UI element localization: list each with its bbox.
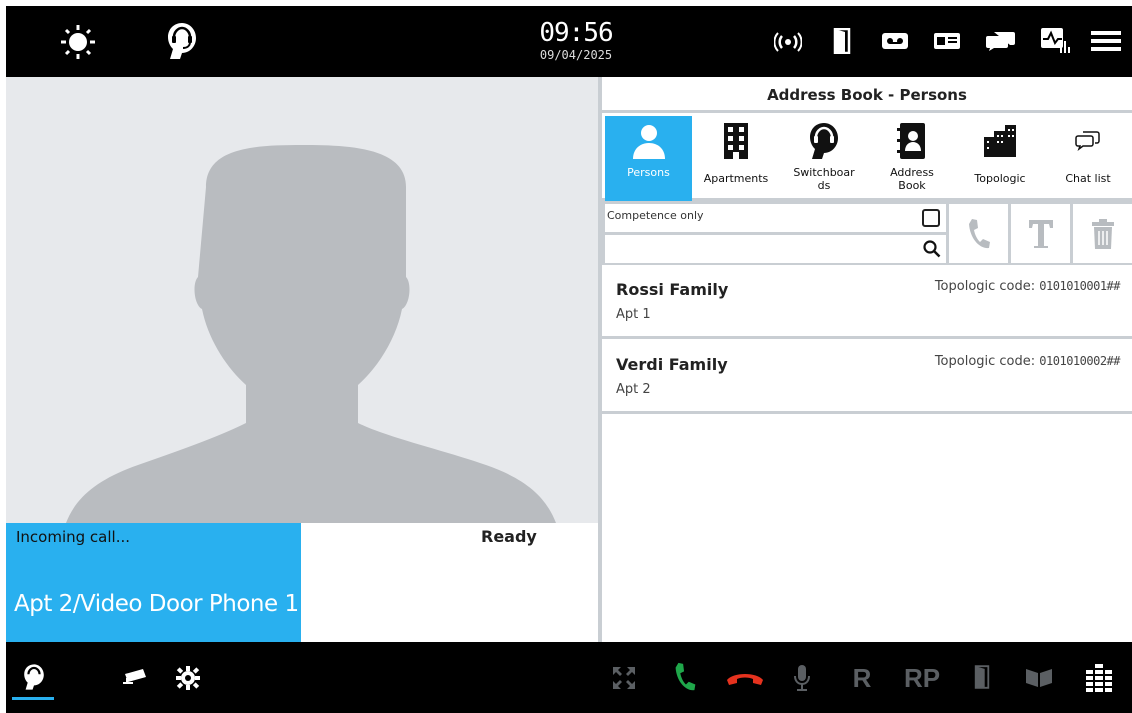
phone-icon [968,218,990,248]
competence-checkbox[interactable] [922,209,940,227]
caller-name: Apt 2/Video Door Phone 1 [14,591,299,617]
clock-date: 09/04/2025 [539,48,613,62]
code-value: 0101010002## [1039,354,1120,368]
video-preview [6,77,598,523]
active-tab-indicator [12,697,54,700]
hangup-icon[interactable] [724,668,766,688]
search-icon[interactable] [923,240,941,262]
tab-topologic[interactable]: Topologic [956,116,1044,201]
tab-label: Apartments [703,172,769,185]
ready-status: Ready [481,527,537,546]
panel-title: Address Book - Persons [602,77,1132,113]
text-icon [1028,219,1053,248]
entry-name: Verdi Family [616,355,728,374]
answer-call-icon[interactable] [670,660,700,694]
code-value: 0101010001## [1039,279,1120,293]
call-contact-button[interactable] [949,204,1008,263]
door-icon[interactable] [830,26,854,56]
menu-icon[interactable] [1090,28,1122,54]
fullscreen-icon[interactable] [610,664,638,692]
incoming-call-panel[interactable]: Incoming call... Apt 2/Video Door Phone … [6,523,301,642]
tab-address-book[interactable]: Address Book [868,116,956,201]
camera-icon[interactable] [120,666,152,690]
tab-apartments[interactable]: Apartments [692,116,780,201]
call-status: Incoming call... [16,528,131,546]
trash-icon [1091,218,1114,249]
switchboard-headset-icon[interactable] [20,662,48,692]
ready-panel: Ready [301,523,598,642]
competence-label: Competence only [607,209,704,222]
bottom-bar: R RP [6,642,1132,713]
rp-button[interactable]: RP [898,660,946,696]
clock-time: 09:56 [539,18,613,48]
entry-apartment: Apt 2 [616,382,651,397]
diagnostics-icon[interactable] [1038,26,1072,56]
top-bar: 09:56 09/04/2025 [6,6,1132,77]
delete-button[interactable] [1073,204,1132,263]
signal-icon[interactable] [772,30,804,54]
chat-icon [1044,116,1132,166]
list-item[interactable]: Verdi Family Apt 2 Topologic code: 01010… [602,342,1132,414]
switchboard-headset-icon [780,116,868,166]
list-item[interactable]: Rossi Family Apt 1 Topologic code: 01010… [602,267,1132,339]
tab-chat-list[interactable]: Chat list [1044,116,1132,201]
text-message-button[interactable] [1011,204,1070,263]
id-card-icon[interactable] [932,28,962,54]
competence-filter[interactable]: Competence only [605,204,946,232]
search-area: Competence only [602,201,1132,265]
r-button[interactable]: R [848,660,876,696]
microphone-icon[interactable] [790,662,814,694]
person-silhouette-icon [66,145,556,523]
chat-icon[interactable] [984,28,1018,54]
entry-topologic-code: Topologic code: 0101010002## [934,354,1121,369]
voicemail-icon[interactable] [880,28,910,54]
door-icon[interactable] [970,662,994,692]
entry-apartment: Apt 1 [616,307,651,322]
keypad-icon[interactable] [1084,662,1114,694]
switchboard-headset-icon[interactable] [162,20,202,62]
tab-label: Topologic [974,172,1026,185]
address-book-panel: Address Book - Persons Persons Apartment… [598,77,1132,642]
tab-label: Address Book [890,166,934,192]
person-icon [605,116,692,166]
building-icon [692,116,780,166]
tab-label: Switchboards [793,166,855,192]
gear-icon[interactable] [174,664,202,692]
address-book-icon [868,116,956,166]
tab-switchboards[interactable]: Switchboards [780,116,868,201]
entry-topologic-code: Topologic code: 0101010001## [934,279,1121,294]
code-label: Topologic code: [934,279,1036,294]
search-input[interactable] [605,235,946,263]
address-book-tabs: Persons Apartments Switchboards Address … [602,116,1132,201]
tab-persons[interactable]: Persons [605,116,692,201]
persons-list: Rossi Family Apt 1 Topologic code: 01010… [602,265,1132,642]
entry-name: Rossi Family [616,280,729,299]
code-label: Topologic code: [934,354,1036,369]
clock: 09:56 09/04/2025 [526,18,626,62]
sun-icon[interactable] [58,22,98,62]
tab-label: Chat list [1065,172,1111,185]
gate-icon[interactable] [1024,664,1054,690]
topologic-icon [956,116,1044,166]
tab-label: Persons [627,166,670,179]
